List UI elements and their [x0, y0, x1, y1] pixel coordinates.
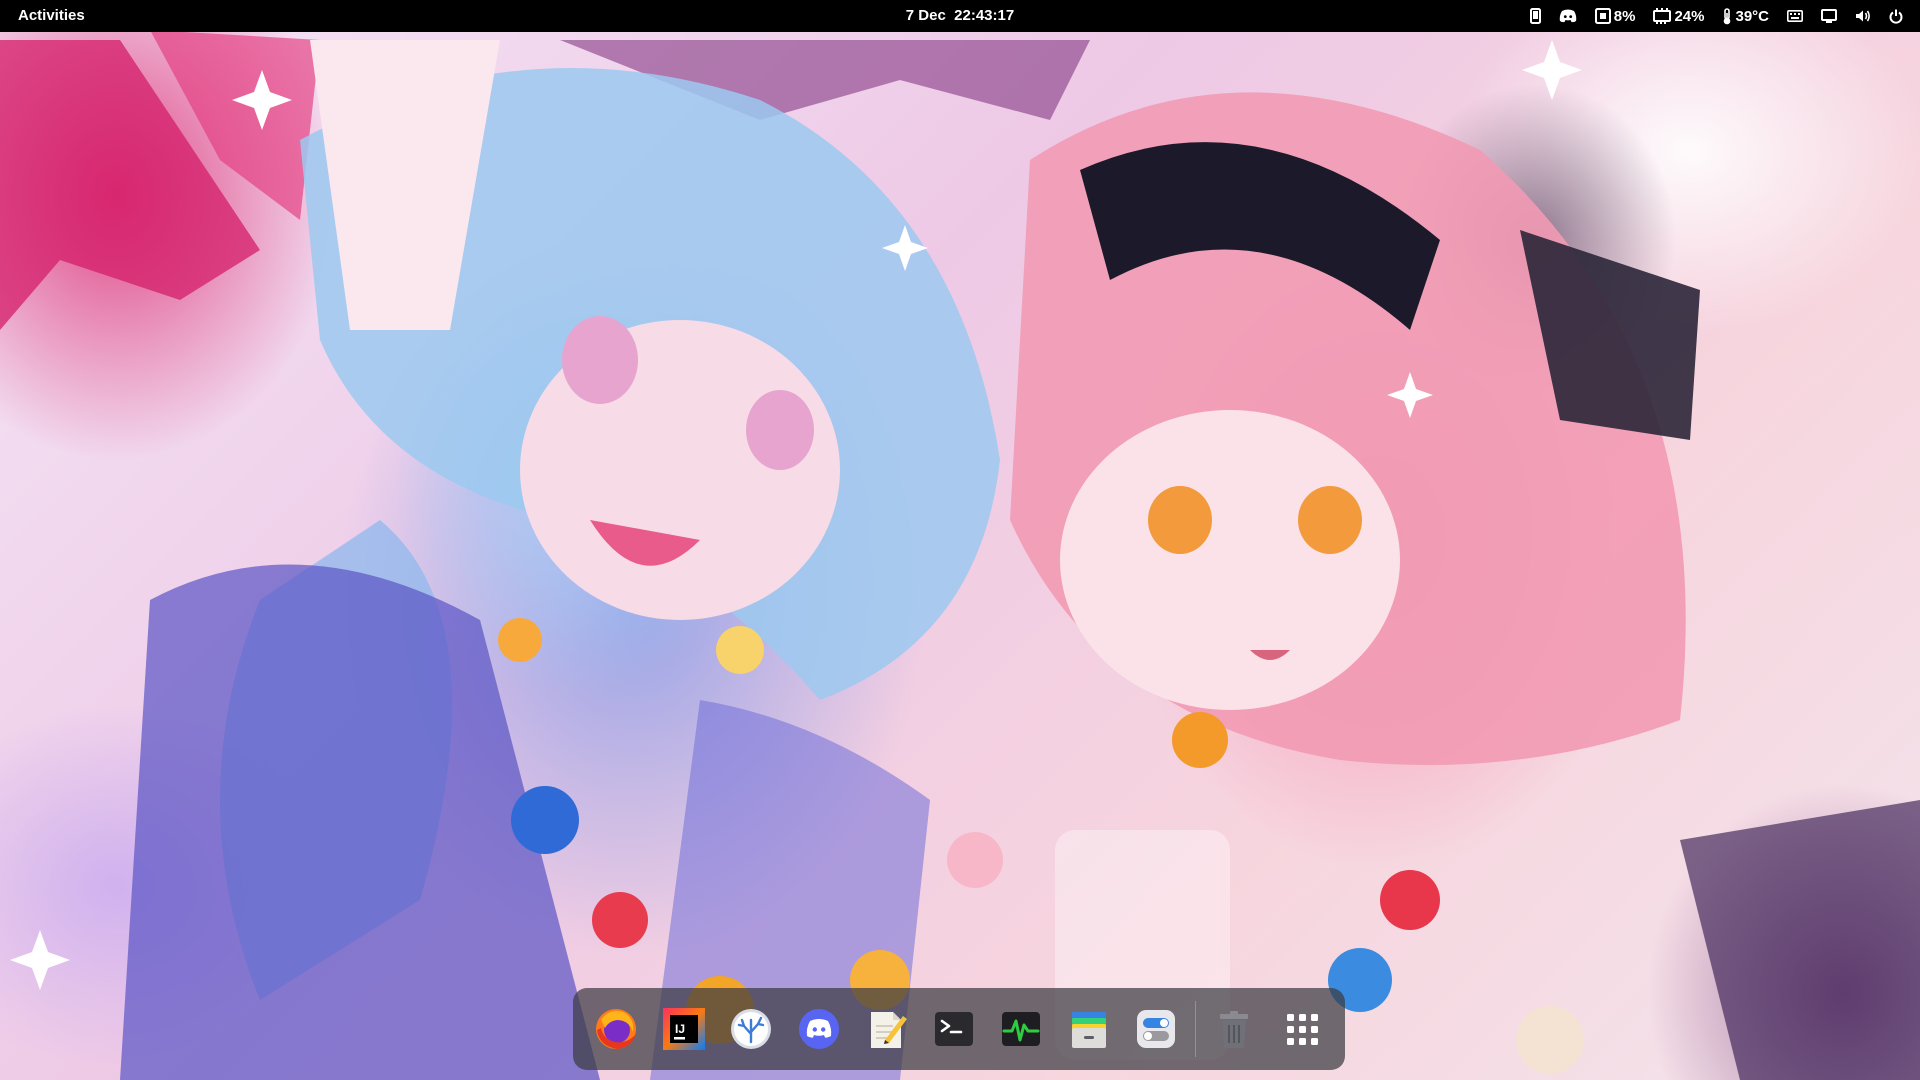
discord-icon [798, 1009, 839, 1049]
dock-separator [1194, 1001, 1196, 1057]
cpu-icon [1594, 8, 1611, 24]
display-icon [1821, 9, 1837, 23]
intellij-label: IJ [675, 1022, 685, 1036]
system-tray: 8% 24% 39°C [1521, 0, 1912, 32]
coral-icon [731, 1009, 772, 1049]
memory-indicator[interactable]: 24% [1644, 0, 1713, 32]
dock-item-system-monitor[interactable] [992, 1000, 1050, 1058]
dock-item-discord[interactable] [790, 1000, 848, 1058]
toggle-icon [1137, 1010, 1176, 1048]
memory-value: 24% [1674, 7, 1705, 25]
dock-item-coral[interactable] [722, 1000, 780, 1058]
desktop: Activities 7 Dec 22:43:17 8% 24% 39°C IJ [0, 0, 1920, 1080]
trash-icon [1220, 1011, 1249, 1048]
dock-item-intellij[interactable]: IJ [655, 1000, 713, 1058]
system-monitor-icon [1002, 1012, 1041, 1046]
activities-button[interactable]: Activities [10, 0, 93, 32]
temperature-value: 39°C [1735, 7, 1769, 25]
dock-item-terminal[interactable] [925, 1000, 983, 1058]
keyboard-indicator[interactable] [1778, 0, 1812, 32]
intellij-icon: IJ [662, 1008, 705, 1050]
wallpaper [0, 30, 1920, 1080]
dock-item-text-editor[interactable] [857, 1000, 915, 1058]
power-icon [1889, 9, 1903, 24]
keyboard-icon [1787, 10, 1803, 22]
app-grid-icon [1286, 1014, 1318, 1045]
dock-item-firefox[interactable] [587, 1000, 645, 1058]
clock[interactable]: 7 Dec 22:43:17 [898, 0, 1022, 32]
volume-indicator[interactable] [1846, 0, 1880, 32]
text-editor-icon [871, 1012, 908, 1048]
firefox-icon [596, 1009, 636, 1049]
discord-tray-indicator[interactable] [1550, 0, 1586, 32]
power-indicator[interactable] [1880, 0, 1912, 32]
dock-item-trash[interactable] [1205, 1000, 1263, 1058]
cpu-indicator[interactable]: 8% [1586, 0, 1645, 32]
temperature-indicator[interactable]: 39°C [1713, 0, 1778, 32]
phone-icon [1529, 8, 1541, 24]
display-indicator[interactable] [1812, 0, 1846, 32]
phone-indicator[interactable] [1521, 0, 1550, 32]
top-bar: Activities 7 Dec 22:43:17 8% 24% 39°C [0, 0, 1920, 32]
thermometer-icon [1724, 7, 1731, 24]
cpu-value: 8% [1613, 7, 1636, 25]
dock-item-show-applications[interactable] [1273, 1000, 1331, 1058]
volume-icon [1856, 10, 1870, 22]
memory-icon [1653, 8, 1672, 24]
dock-item-toggle[interactable] [1127, 1000, 1185, 1058]
terminal-icon [934, 1012, 973, 1046]
dock-item-archive[interactable] [1060, 1000, 1118, 1058]
discord-tray-icon [1559, 9, 1577, 23]
archive-icon [1071, 1012, 1106, 1048]
dock: IJ [573, 988, 1345, 1070]
